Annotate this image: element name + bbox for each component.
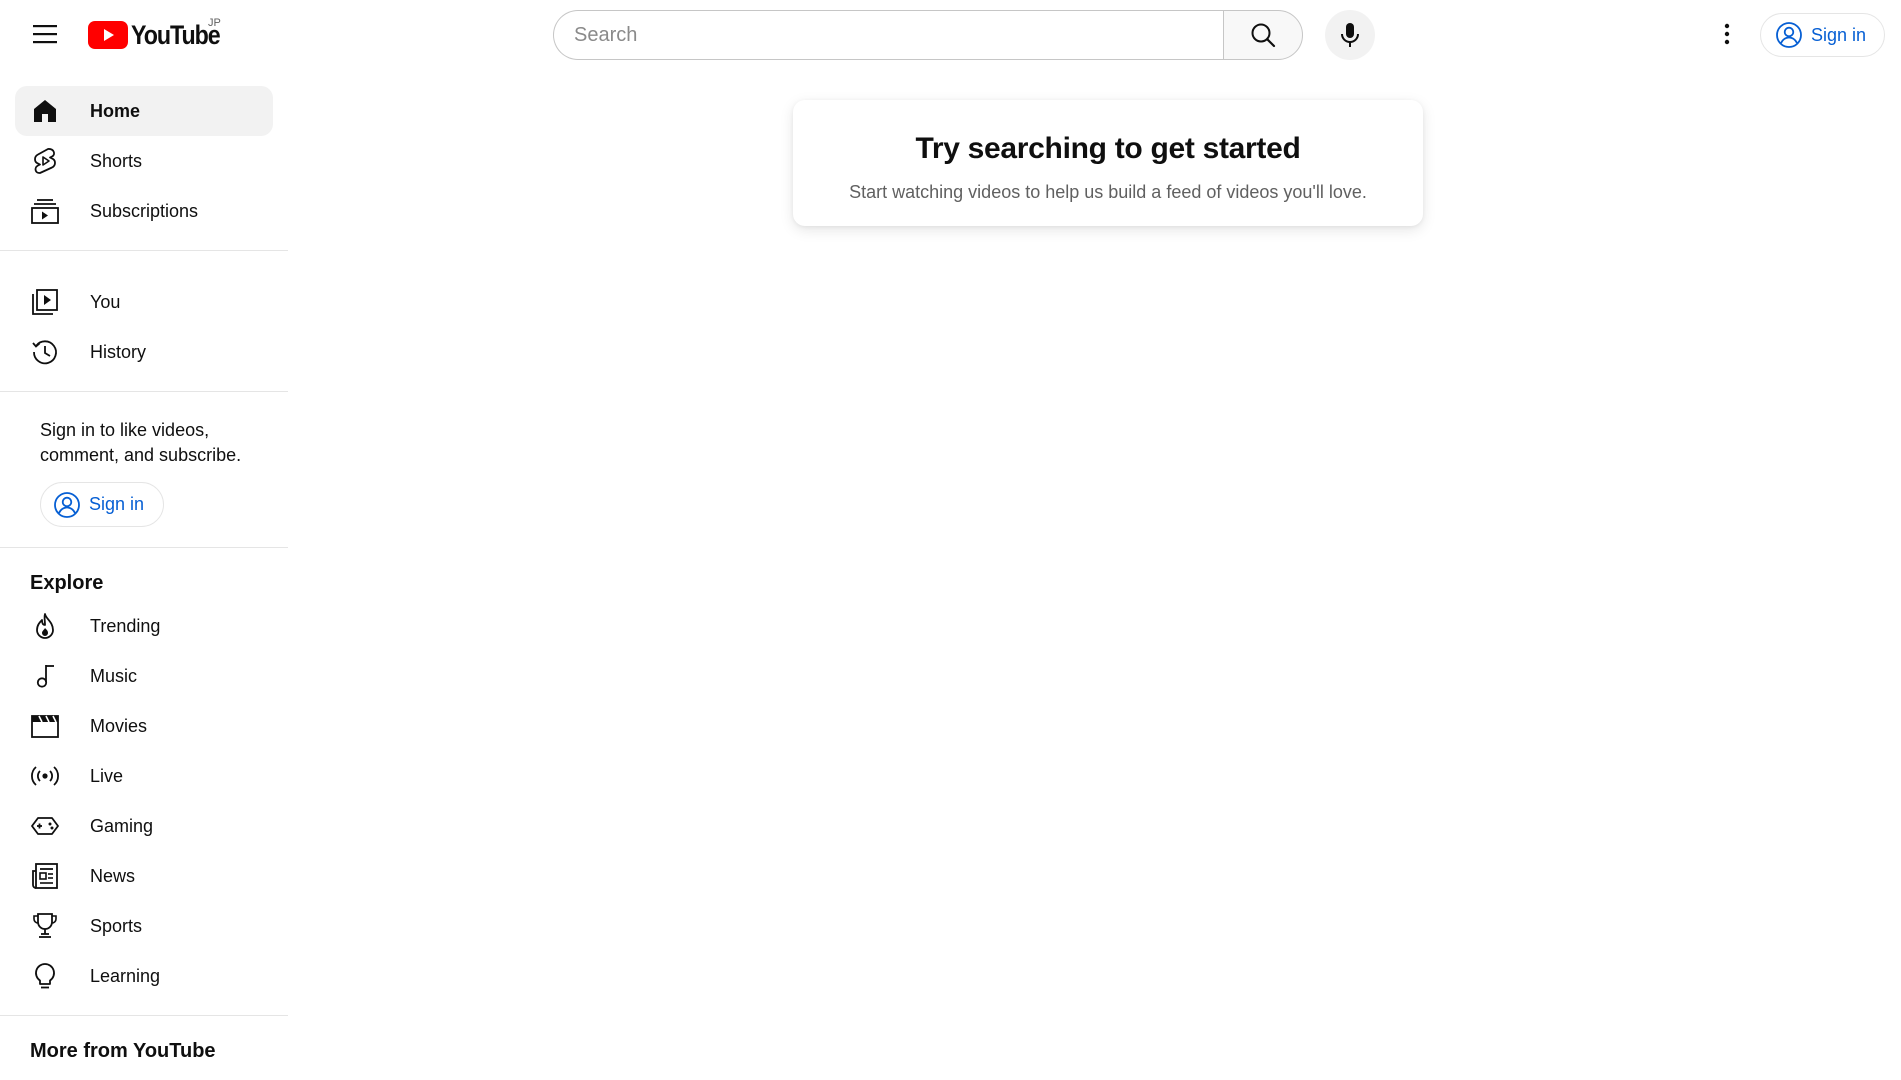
movies-icon (30, 711, 60, 741)
search-bar (553, 10, 1303, 60)
sidebar-divider (0, 547, 288, 548)
sidebar-item-trending[interactable]: Trending (15, 601, 273, 651)
more-options-button[interactable] (1707, 14, 1747, 54)
trending-icon (30, 611, 60, 641)
account-circle-icon (54, 491, 80, 518)
sidebar-sign-in-button[interactable]: Sign in (40, 482, 164, 527)
sidebar-item-shorts[interactable]: Shorts (15, 136, 273, 186)
sidebar-item-label: Subscriptions (90, 200, 199, 221)
sign-in-button[interactable]: Sign in (1760, 13, 1886, 57)
sidebar-item-sports[interactable]: Sports (15, 901, 273, 951)
empty-feed-card: Try searching to get started Start watch… (793, 100, 1423, 226)
sidebar-divider (0, 391, 288, 392)
search-button[interactable] (1223, 10, 1303, 60)
sidebar-item-label: Music (90, 665, 138, 686)
sidebar: Home Shorts Subscriptions You History Si… (0, 68, 288, 1080)
search-box (553, 10, 1223, 60)
subscriptions-icon (30, 196, 60, 226)
sidebar-item-music[interactable]: Music (15, 651, 273, 701)
shorts-icon (30, 146, 60, 176)
sign-in-label: Sign in (89, 494, 145, 514)
gaming-icon (30, 811, 60, 841)
sidebar-you-section: You History (0, 265, 288, 377)
empty-feed-title: Try searching to get started (915, 132, 1301, 165)
youtube-play-logo-icon (88, 21, 128, 49)
youtube-logo[interactable]: YouTube JP (88, 15, 234, 55)
sidebar-item-label: Movies (90, 715, 148, 736)
sidebar-item-label: You (90, 291, 121, 312)
voice-search-button[interactable] (1325, 10, 1375, 60)
music-icon (30, 661, 60, 691)
region-code: JP (208, 17, 221, 29)
sidebar-item-label: Sports (90, 915, 143, 936)
sidebar-divider (0, 250, 288, 251)
sidebar-item-subscriptions[interactable]: Subscriptions (15, 186, 273, 236)
sidebar-item-label: Learning (90, 965, 161, 986)
history-icon (30, 337, 60, 367)
sidebar-item-live[interactable]: Live (15, 751, 273, 801)
sidebar-item-home[interactable]: Home (15, 86, 273, 136)
sidebar-item-label: Home (90, 100, 141, 121)
sign-in-label: Sign in (1811, 24, 1867, 45)
logo-text: YouTube (131, 19, 221, 50)
sidebar-explore-section: Explore Trending Music Movies Live Gamin… (0, 562, 288, 1001)
sidebar-item-news[interactable]: News (15, 851, 273, 901)
sidebar-item-history[interactable]: History (15, 327, 273, 377)
empty-feed-subtitle: Start watching videos to help us build a… (849, 182, 1367, 202)
sidebar-item-you[interactable]: You (15, 277, 273, 327)
sidebar-item-gaming[interactable]: Gaming (15, 801, 273, 851)
sidebar-item-label: News (90, 865, 136, 886)
learning-icon (30, 961, 60, 991)
news-icon (30, 861, 60, 891)
sidebar-divider (0, 1015, 288, 1016)
microphone-icon (1341, 23, 1359, 47)
sidebar-item-label: Trending (90, 615, 161, 636)
sidebar-primary-section: Home Shorts Subscriptions (0, 68, 288, 236)
section-title-more-from-youtube: More from YouTube (30, 1040, 216, 1062)
sidebar-more-section: More from YouTube (0, 1030, 288, 1080)
live-icon (30, 761, 60, 791)
top-bar: YouTube JP Sign in (0, 0, 1901, 68)
sports-icon (30, 911, 60, 941)
sidebar-item-youtube-premium[interactable] (15, 1069, 273, 1080)
sidebar-signin-prompt: Sign in to like videos, comment, and sub… (0, 406, 288, 527)
sidebar-item-learning[interactable]: Learning (15, 951, 273, 1001)
search-input[interactable] (574, 23, 1223, 47)
search-icon (1251, 23, 1276, 48)
sidebar-item-label: Live (90, 765, 124, 786)
sidebar-item-label: Gaming (90, 815, 154, 836)
section-title-explore: Explore (30, 572, 104, 594)
account-circle-icon (1776, 22, 1802, 48)
home-icon (30, 96, 60, 126)
hamburger-menu-icon[interactable] (22, 14, 70, 54)
signin-prompt-text: Sign in to like videos, comment, and sub… (40, 420, 242, 465)
you-icon (30, 287, 60, 317)
sidebar-item-label: Shorts (90, 150, 143, 171)
more-vertical-icon (1724, 23, 1730, 45)
sidebar-item-label: History (90, 341, 147, 362)
sidebar-item-movies[interactable]: Movies (15, 701, 273, 751)
